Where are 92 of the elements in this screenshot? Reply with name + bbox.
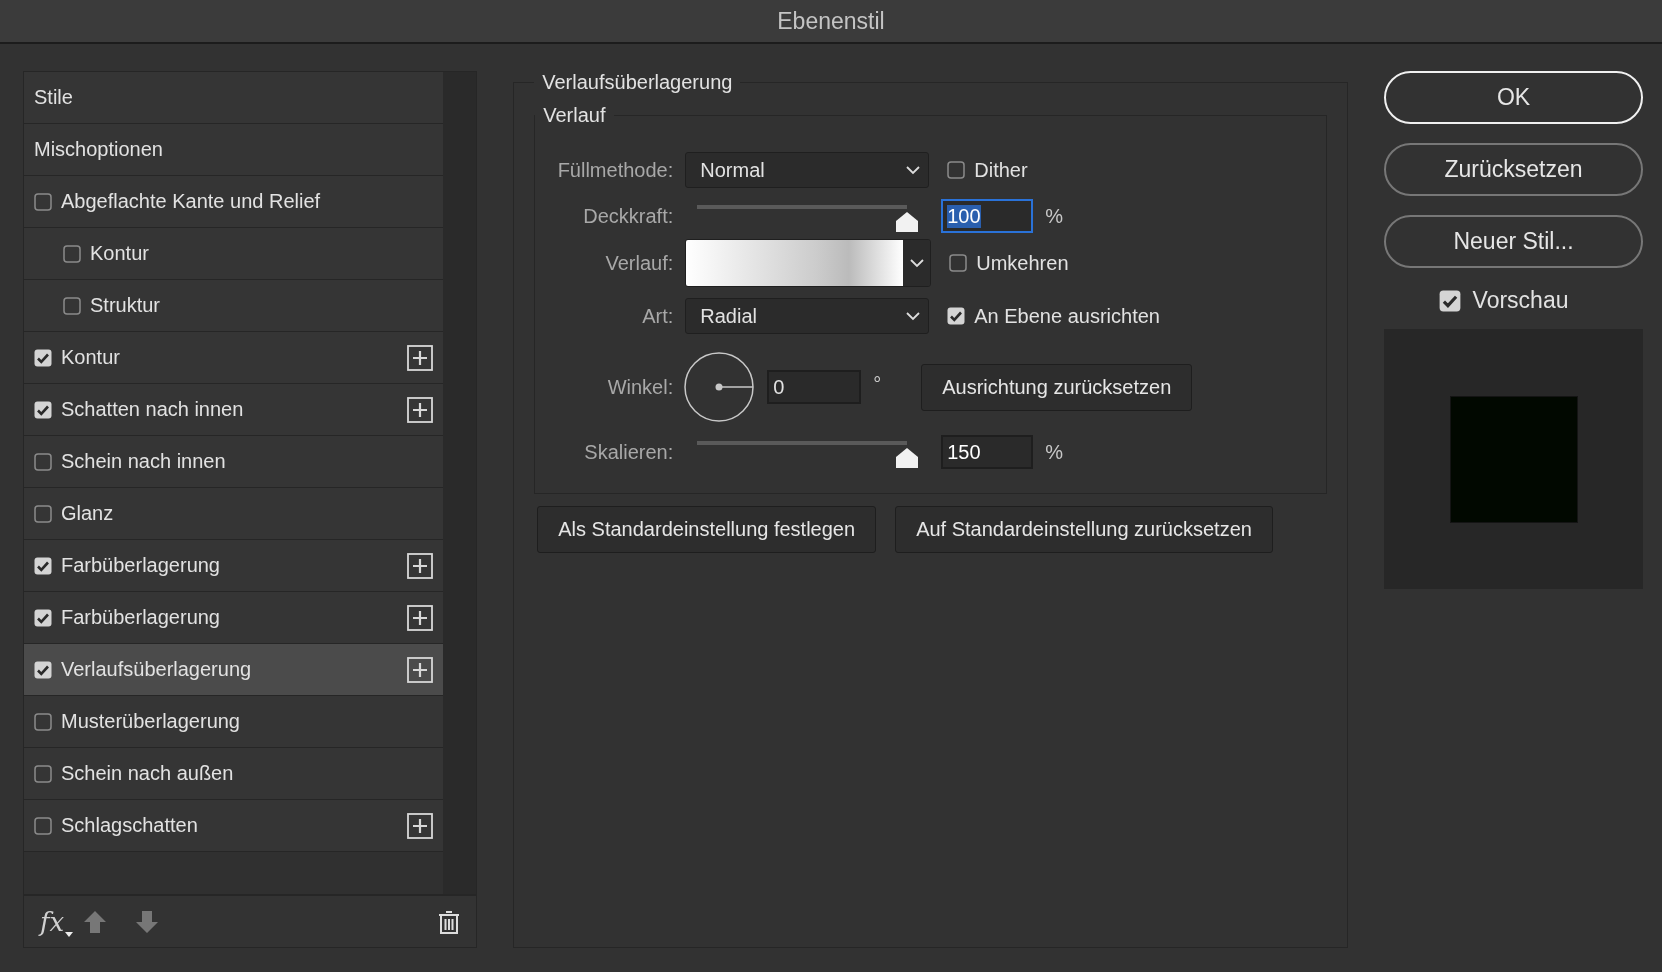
field-label: Art:: [641, 304, 674, 328]
default-button[interactable]: Als Standardeinstellung festlegen: [537, 506, 877, 553]
checkbox[interactable]: [34, 556, 52, 575]
checkbox[interactable]: [1438, 289, 1461, 312]
checkbox[interactable]: [947, 161, 966, 179]
checkbox[interactable]: [34, 712, 52, 731]
unit-label: %: [1045, 204, 1064, 228]
style-label: Schlagschatten: [61, 814, 199, 837]
style-list-item[interactable]: Kontur: [24, 332, 444, 384]
checkbox[interactable]: [34, 608, 52, 627]
checkbox[interactable]: [34, 660, 52, 679]
unit-label: °: [873, 373, 883, 396]
checkbox[interactable]: [34, 400, 52, 419]
add-icon[interactable]: [407, 344, 434, 371]
add-icon[interactable]: [407, 552, 434, 579]
reset-alignment-button[interactable]: Ausrichtung zurücksetzen: [921, 363, 1193, 411]
chevron-down-icon: [906, 311, 921, 321]
input-field[interactable]: 150: [941, 435, 1034, 469]
style-label: Schein nach innen: [61, 450, 227, 473]
checkbox-label: Umkehren: [976, 251, 1069, 275]
style-list-item[interactable]: Schatten nach innen: [24, 384, 444, 436]
input-field[interactable]: 0: [767, 370, 862, 404]
style-list-item[interactable]: Glanz: [24, 488, 444, 540]
style-label: Farbüberlagerung: [61, 606, 221, 629]
style-list-item[interactable]: Farbüberlagerung: [24, 540, 444, 592]
checkbox-label: Vorschau: [1472, 287, 1569, 314]
group-title: Verlaufsüberlagerung: [541, 71, 734, 94]
style-list-item[interactable]: Abgeflachte Kante und Relief: [24, 176, 444, 228]
style-label: Schatten nach innen: [61, 398, 245, 421]
style-list-item[interactable]: Farbüberlagerung: [24, 592, 444, 644]
field-label: Winkel:: [606, 375, 674, 399]
style-list-item[interactable]: Kontur: [24, 228, 444, 280]
slider-thumb[interactable]: [895, 211, 920, 233]
angle-dial[interactable]: [683, 351, 756, 423]
fx-menu[interactable]: fx: [40, 906, 65, 937]
style-list-item[interactable]: Musterüberlagerung: [24, 696, 444, 748]
style-dropdown[interactable]: Radial: [685, 298, 930, 334]
trash-icon[interactable]: [438, 909, 461, 934]
field-label: Skalieren:: [583, 440, 674, 464]
checkbox[interactable]: [63, 244, 81, 263]
checkbox[interactable]: [34, 504, 52, 523]
style-label: Farbüberlagerung: [61, 554, 221, 577]
field-label: Verlauf:: [604, 251, 674, 275]
field-label: Füllmethode:: [556, 158, 674, 182]
add-icon[interactable]: [407, 656, 434, 683]
style-label: Abgeflachte Kante und Relief: [61, 190, 322, 213]
checkbox-label: Dither: [974, 158, 1028, 182]
field-label: Deckkraft:: [582, 204, 674, 228]
checkbox[interactable]: [34, 816, 52, 835]
dialog-button[interactable]: Neuer Stil...: [1384, 215, 1643, 268]
arrow-down-icon[interactable]: [135, 910, 160, 933]
window-title: Ebenenstil: [0, 0, 1662, 44]
style-label: Stile: [34, 86, 74, 109]
style-list-item[interactable]: Schein nach innen: [24, 436, 444, 488]
default-button[interactable]: Auf Standardeinstellung zurücksetzen: [895, 506, 1273, 553]
checkbox[interactable]: [949, 254, 968, 272]
style-list-item[interactable]: Schlagschatten: [24, 800, 444, 852]
dialog-button[interactable]: Zurücksetzen: [1384, 143, 1643, 196]
blend-mode-dropdown[interactable]: Normal: [685, 152, 930, 188]
add-icon[interactable]: [407, 396, 434, 423]
style-label: Musterüberlagerung: [61, 710, 241, 733]
input-field[interactable]: 100: [941, 199, 1034, 233]
style-list-item[interactable]: Struktur: [24, 280, 444, 332]
checkbox[interactable]: [34, 452, 52, 471]
add-icon[interactable]: [407, 812, 434, 839]
style-label: Glanz: [61, 502, 115, 525]
checkbox[interactable]: [34, 348, 52, 367]
chevron-down-icon: [906, 165, 921, 175]
style-list-item[interactable]: Verlaufsüberlagerung: [24, 644, 444, 696]
add-icon[interactable]: [407, 604, 434, 631]
checkbox[interactable]: [63, 296, 81, 315]
style-list-item[interactable]: Stile: [24, 72, 444, 124]
checkbox[interactable]: [34, 192, 52, 211]
style-label: Schein nach außen: [61, 762, 235, 785]
style-label: Verlaufsüberlagerung: [61, 658, 253, 681]
unit-label: %: [1045, 440, 1064, 464]
style-label: Kontur: [61, 346, 121, 369]
checkbox-label: An Ebene ausrichten: [974, 304, 1160, 328]
slider-thumb[interactable]: [895, 447, 920, 469]
gradient-picker[interactable]: [685, 239, 932, 287]
style-label: Struktur: [90, 294, 162, 317]
checkbox[interactable]: [947, 307, 966, 325]
style-list-item[interactable]: Mischoptionen: [24, 124, 444, 176]
chevron-down-icon: [909, 258, 924, 268]
caret-icon: [65, 931, 74, 937]
style-label: Kontur: [90, 242, 150, 265]
dialog-button[interactable]: OK: [1384, 71, 1643, 124]
group-title: Verlauf: [542, 104, 607, 127]
arrow-up-icon[interactable]: [83, 910, 108, 933]
checkbox[interactable]: [34, 764, 52, 783]
style-list-item[interactable]: Schein nach außen: [24, 748, 444, 800]
style-label: Mischoptionen: [34, 138, 164, 161]
